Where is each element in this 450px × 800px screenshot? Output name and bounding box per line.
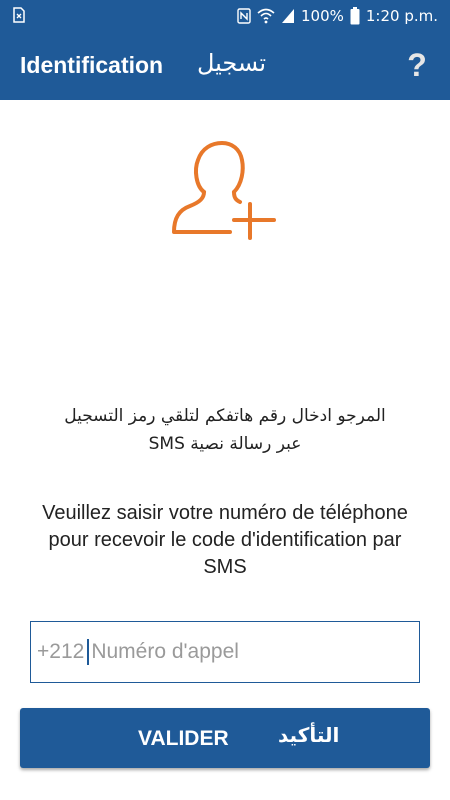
instructions-arabic: المرجو ادخال رقم هاتفكم لتلقي رمز التسجي… — [40, 402, 410, 458]
battery-icon — [350, 7, 360, 25]
status-time: 1:20 p.m. — [365, 7, 438, 25]
instructions-arabic-line1: المرجو ادخال رقم هاتفكم لتلقي رمز التسجي… — [64, 406, 386, 426]
text-cursor — [87, 639, 90, 665]
validate-label-arabic: التأكيد — [278, 723, 340, 747]
page-title: Identification — [20, 52, 164, 78]
instructions-french: Veuillez saisir votre numéro de téléphon… — [42, 502, 408, 578]
sim-card-icon — [13, 7, 25, 23]
app-bar: Identification تسجيل ? — [0, 32, 450, 100]
phone-number-input[interactable] — [91, 640, 372, 664]
battery-percent: 100% — [300, 7, 344, 25]
country-code-prefix: +212 — [37, 640, 85, 663]
signal-icon — [281, 9, 294, 23]
help-icon[interactable]: ? — [402, 46, 432, 84]
validate-label: VALIDER — [138, 727, 229, 750]
page-title-arabic: تسجيل — [197, 49, 266, 77]
phone-number-field[interactable]: +212 — [30, 621, 420, 683]
add-user-icon — [172, 141, 276, 240]
nfc-icon — [237, 8, 251, 24]
status-icons: 100% 1:20 p.m. — [237, 0, 438, 32]
instructions-arabic-line2: عبر رسالة نصية SMS — [148, 434, 302, 454]
status-bar: 100% 1:20 p.m. — [0, 0, 450, 32]
wifi-icon — [257, 8, 275, 24]
validate-button[interactable]: VALIDER التأكيد — [20, 708, 430, 768]
